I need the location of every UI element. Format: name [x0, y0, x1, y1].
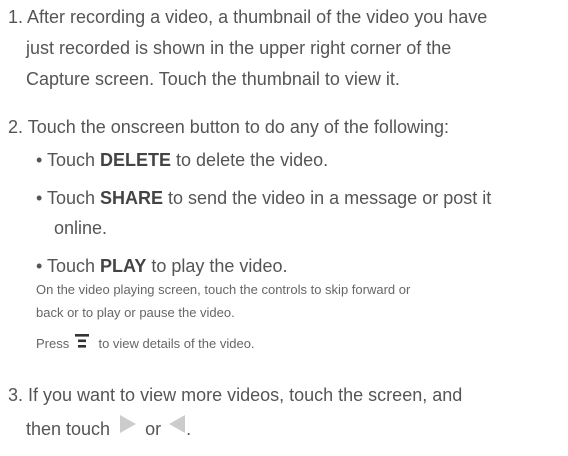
bullet-play-suffix: to play the video.: [146, 256, 288, 276]
bullet-play-keyword: PLAY: [100, 256, 147, 276]
play-left-icon: [168, 413, 186, 444]
step-3-line-2: then touch or .: [26, 413, 191, 447]
step-1-line-1: 1. After recording a video, a thumbnail …: [8, 7, 488, 27]
play-right-icon: [119, 413, 137, 444]
bullet-play-prefix: • Touch: [36, 256, 101, 276]
step-3-before: then touch: [26, 418, 116, 439]
bullet-play: • Touch PLAY to play the video.: [36, 251, 287, 282]
bullet-delete-keyword: DELETE: [100, 150, 172, 170]
menu-icon: [74, 333, 89, 357]
step-3-line-1: 3. If you want to view more videos, touc…: [8, 385, 463, 405]
step-1-line-2: just recorded is shown in the upper righ…: [26, 38, 452, 58]
bullet-share: • Touch SHARE to send the video in a mes…: [36, 183, 491, 214]
step-2-heading: 2. Touch the onscreen button to do any o…: [8, 117, 449, 137]
bullet-delete-prefix: • Touch: [36, 150, 101, 170]
menu-note-after: to view details of the video.: [94, 336, 255, 351]
playback-note-line-2: back or to play or pause the video.: [36, 305, 235, 320]
step-1-line-3: Capture screen. Touch the thumbnail to v…: [26, 69, 400, 89]
document-page: 1. After recording a video, a thumbnail …: [0, 0, 568, 456]
bullet-delete: • Touch DELETE to delete the video.: [36, 145, 328, 176]
bullet-share-suffix: to send the video in a message or post i…: [163, 188, 492, 208]
bullet-share-continuation: online.: [54, 218, 108, 238]
playback-note-line-1: On the video playing screen, touch the c…: [36, 282, 411, 297]
step-3-after: .: [186, 418, 192, 439]
bullet-share-prefix: • Touch: [36, 188, 101, 208]
menu-note-before: Press: [36, 336, 73, 351]
bullet-delete-suffix: to delete the video.: [171, 150, 329, 170]
step-3-middle: or: [140, 418, 167, 439]
menu-note: Press to view details of the video.: [36, 332, 255, 357]
bullet-share-keyword: SHARE: [100, 188, 164, 208]
